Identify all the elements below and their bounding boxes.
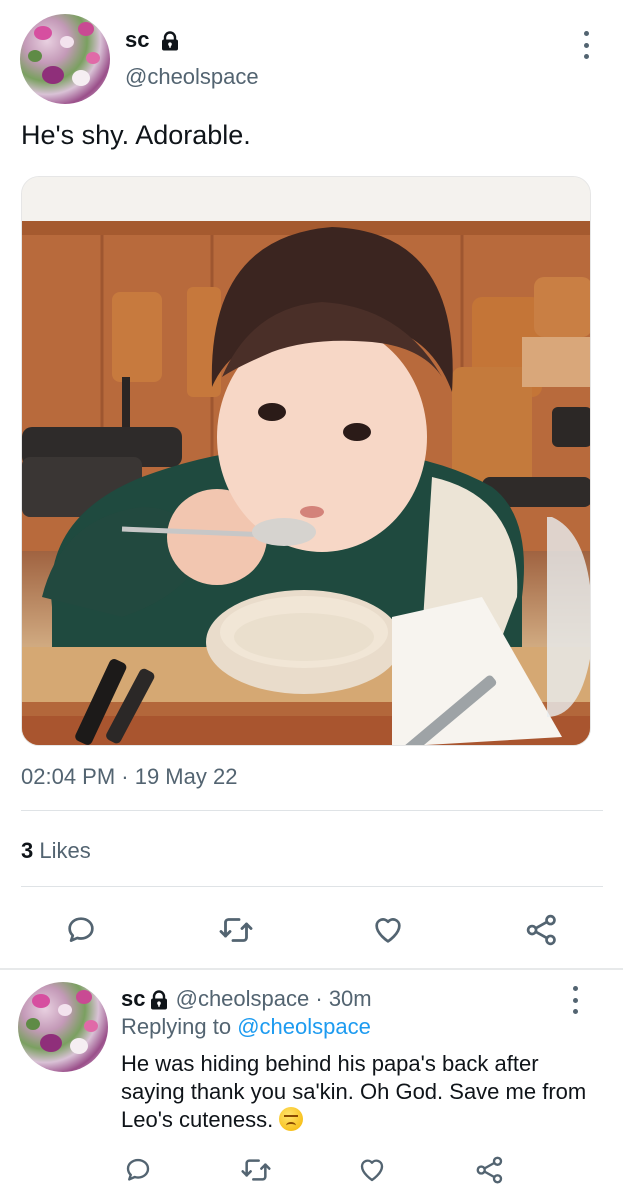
reply-icon[interactable] bbox=[61, 910, 101, 950]
tweet-timestamp[interactable]: 02:04 PM · 19 May 22 bbox=[21, 764, 237, 790]
divider bbox=[21, 886, 603, 887]
main-tweet: sc @cheolspace He's shy. Adorable. 02:04… bbox=[0, 0, 623, 968]
tweet-media-photo[interactable] bbox=[21, 176, 591, 746]
more-icon[interactable] bbox=[563, 986, 587, 1014]
reply-avatar[interactable] bbox=[18, 982, 108, 1072]
heart-icon[interactable] bbox=[368, 910, 408, 950]
likes-count[interactable]: 3 Likes bbox=[21, 838, 91, 864]
display-name[interactable]: sc bbox=[125, 27, 180, 53]
heart-icon[interactable] bbox=[352, 1150, 392, 1190]
reply-header: sc @cheolspace · 30m bbox=[121, 986, 372, 1012]
reply-text-content: He was hiding behind his papa's back aft… bbox=[121, 1051, 587, 1132]
more-icon[interactable] bbox=[574, 31, 598, 59]
replying-mention[interactable]: @cheolspace bbox=[237, 1014, 371, 1039]
display-name-text: sc bbox=[125, 27, 150, 52]
persevering-face-emoji-icon bbox=[279, 1107, 304, 1131]
tweet-text: He's shy. Adorable. bbox=[21, 120, 251, 150]
reply-display-name[interactable]: sc bbox=[121, 986, 145, 1011]
retweet-icon[interactable] bbox=[216, 910, 256, 950]
share-icon[interactable] bbox=[522, 910, 562, 950]
lock-icon bbox=[151, 990, 168, 1010]
replying-to: Replying to @cheolspace bbox=[121, 1014, 371, 1040]
photo-boy-eating-soup-icon bbox=[22, 177, 590, 745]
handle[interactable]: @cheolspace bbox=[125, 64, 259, 90]
reply-handle[interactable]: @cheolspace bbox=[176, 986, 310, 1011]
reply-text: He was hiding behind his papa's back aft… bbox=[121, 1050, 601, 1134]
reply-icon[interactable] bbox=[118, 1150, 158, 1190]
share-icon[interactable] bbox=[470, 1150, 510, 1190]
reply-time[interactable]: · 30m bbox=[315, 986, 371, 1011]
section-separator bbox=[0, 968, 623, 970]
avatar[interactable] bbox=[20, 14, 110, 104]
replying-label: Replying to bbox=[121, 1014, 232, 1039]
retweet-icon[interactable] bbox=[236, 1150, 276, 1190]
lock-icon bbox=[161, 31, 178, 51]
likes-number: 3 bbox=[21, 838, 34, 863]
divider bbox=[21, 810, 603, 811]
likes-label: Likes bbox=[39, 838, 91, 863]
